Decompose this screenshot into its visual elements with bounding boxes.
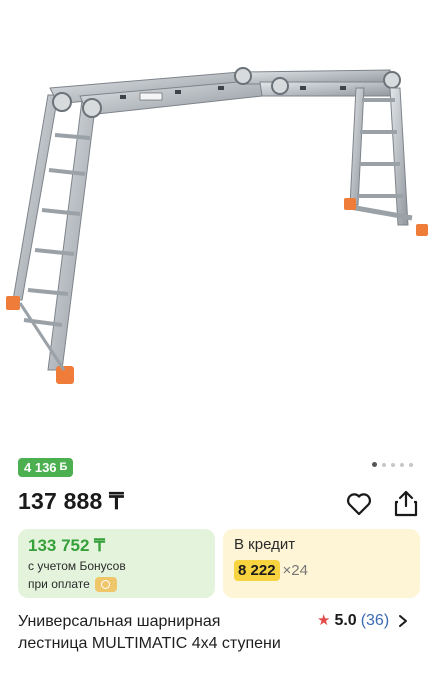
ladder-product-photo [6, 67, 428, 384]
product-rating[interactable]: ★ 5.0 (36) [317, 611, 408, 631]
credit-term: ×24 [282, 562, 308, 579]
share-icon [394, 490, 418, 517]
chevron-right-icon [398, 614, 408, 628]
bonus-points-value: 4 136 [24, 460, 57, 475]
page-dot [382, 462, 386, 467]
product-image-gallery[interactable] [0, 0, 439, 450]
credit-card[interactable]: В кредит 8 222 ×24 [223, 529, 420, 598]
page-dot [391, 462, 395, 467]
bonus-price-note-line2: при оплате [28, 577, 90, 591]
bonus-price-note-line1: с учетом Бонусов [28, 559, 126, 573]
review-count: (36) [360, 612, 390, 629]
share-button[interactable] [390, 486, 422, 520]
rating-value: 5.0 [334, 612, 357, 629]
bonus-price-card[interactable]: 133 752 ₸ с учетом Бонусов при оплате [18, 529, 215, 598]
bonus-currency-icon: Б [59, 461, 68, 473]
bonus-coin-icon [94, 577, 117, 592]
bonus-price: 133 752 ₸ [28, 536, 105, 555]
credit-label: В кредит [234, 536, 296, 553]
gallery-page-indicator [372, 462, 413, 467]
favorite-button[interactable] [343, 488, 375, 520]
page-dot-active [372, 462, 377, 467]
page-dot [400, 462, 404, 467]
bonus-points-badge: 4 136 Б [18, 458, 74, 477]
credit-monthly-amount: 8 222 [234, 560, 280, 581]
product-price: 137 888 ₸ [18, 488, 124, 514]
heart-icon [346, 493, 372, 516]
product-title: Универсальная шарнирная лестница MULTIMA… [18, 613, 281, 652]
page-dot [409, 462, 413, 467]
star-icon: ★ [317, 612, 331, 629]
